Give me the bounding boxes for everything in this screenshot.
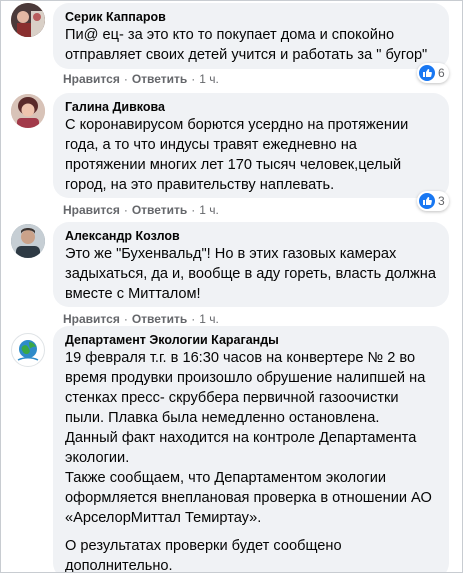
comment-text: Это же "Бухенвальд"! Но в этих газовых к…: [65, 244, 437, 304]
comment-text: С коронавирусом борются усердно на протя…: [65, 115, 437, 195]
comment-actions: Нравится · Ответить · 1 ч.: [63, 312, 219, 326]
reaction-count[interactable]: 6: [417, 63, 449, 83]
reaction-number: 3: [438, 194, 445, 208]
like-icon: [419, 65, 435, 81]
like-link[interactable]: Нравится: [63, 203, 120, 217]
comments-panel: Серик Каппаров Пи@ ец- за это кто то пок…: [0, 0, 463, 573]
comment-time[interactable]: 1 ч.: [199, 203, 219, 217]
avatar[interactable]: [11, 224, 45, 258]
comment-paragraph: Данный факт находится на контроле Департ…: [65, 430, 417, 466]
comment-actions: Нравится · Ответить · 1 ч.: [63, 72, 219, 86]
comment-paragraph: С коронавирусом борются усердно на протя…: [65, 117, 409, 193]
profile-photo-icon: [11, 224, 45, 258]
like-link[interactable]: Нравится: [63, 72, 120, 86]
comment-author[interactable]: Департамент Экологии Караганды: [65, 332, 437, 348]
comment-actions: Нравится · Ответить · 1 ч.: [63, 203, 219, 217]
reply-link[interactable]: Ответить: [132, 312, 187, 326]
comment-bubble: Александр Козлов Это же "Бухенвальд"! Но…: [53, 222, 449, 307]
comment-time[interactable]: 1 ч.: [199, 312, 219, 326]
reaction-count[interactable]: 3: [417, 191, 449, 211]
avatar[interactable]: [11, 94, 45, 128]
comment-text: 19 февраля т.г. в 16:30 часов на конверт…: [65, 348, 437, 573]
comment-author[interactable]: Галина Дивкова: [65, 99, 437, 115]
profile-photo-icon: [11, 94, 45, 128]
comment-author[interactable]: Серик Каппаров: [65, 9, 437, 25]
comment-paragraph: Это же "Бухенвальд"! Но в этих газовых к…: [65, 246, 436, 302]
reply-link[interactable]: Ответить: [132, 203, 187, 217]
like-icon: [419, 193, 435, 209]
avatar[interactable]: [11, 3, 45, 37]
reaction-number: 6: [438, 66, 445, 80]
comment-author[interactable]: Александр Козлов: [65, 228, 437, 244]
comment-paragraph: 19 февраля т.г. в 16:30 часов на конверт…: [65, 350, 426, 426]
comment-paragraph: Также сообщаем, что Департаментом эколог…: [65, 470, 432, 526]
avatar[interactable]: [11, 333, 45, 367]
like-link[interactable]: Нравится: [63, 312, 120, 326]
comment-bubble: Галина Дивкова С коронавирусом борются у…: [53, 93, 449, 198]
comment-paragraph: Пи@ ец- за это кто то покупает дома и сп…: [65, 27, 428, 63]
eco-logo-icon: [13, 335, 43, 365]
comment-text: Пи@ ец- за это кто то покупает дома и сп…: [65, 25, 437, 65]
comment-time[interactable]: 1 ч.: [199, 72, 219, 86]
profile-photo-icon: [11, 3, 45, 37]
reply-link[interactable]: Ответить: [132, 72, 187, 86]
comment-paragraph: О результатах проверки будет сообщено до…: [65, 538, 342, 573]
comment-bubble: Департамент Экологии Караганды 19 феврал…: [53, 326, 449, 573]
comment-bubble: Серик Каппаров Пи@ ец- за это кто то пок…: [53, 3, 449, 69]
